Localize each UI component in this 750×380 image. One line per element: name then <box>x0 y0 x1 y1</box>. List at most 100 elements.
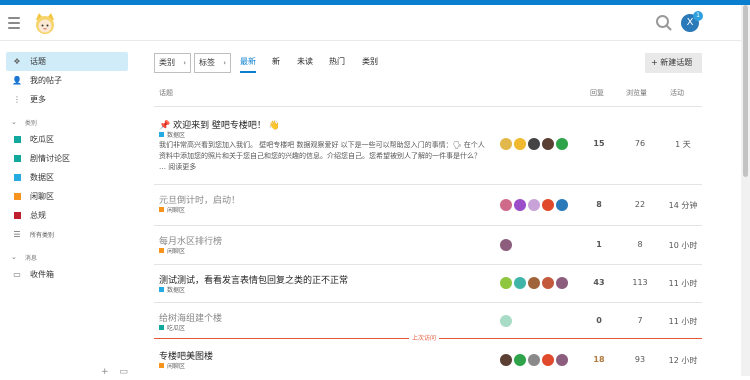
topic-category-badge[interactable]: 数据区 <box>159 285 185 294</box>
column-header-replies[interactable]: 回复 <box>590 88 604 98</box>
reply-count[interactable]: 43 <box>579 278 619 287</box>
poster-avatar[interactable] <box>542 354 554 366</box>
reply-count[interactable]: 18 <box>579 355 619 364</box>
sidebar-item-category[interactable]: 剧情讨论区 <box>6 149 128 168</box>
sidebar-item-category[interactable]: 闲聊区 <box>6 187 128 206</box>
topic-category-badge[interactable]: 数据区 <box>159 130 185 139</box>
poster-avatar[interactable] <box>500 239 512 251</box>
reply-count[interactable]: 1 <box>579 240 619 249</box>
topic-category-badge[interactable]: 闲聊区 <box>159 246 185 255</box>
tab-hot[interactable]: 热门 <box>329 53 345 73</box>
topic-row[interactable]: 专楼吧美图楼 闲聊区 18 93 12 小时 <box>154 340 702 380</box>
activity-time[interactable]: 11 小时 <box>663 316 703 327</box>
column-header-views[interactable]: 浏览量 <box>626 88 647 98</box>
sidebar-item-label: 数据区 <box>30 173 54 182</box>
chevron-down-icon: ⌄ <box>11 253 17 261</box>
poster-avatar[interactable] <box>528 138 540 150</box>
category-color-swatch <box>14 193 21 200</box>
sidebar-item-category[interactable]: 总规 <box>6 206 128 225</box>
column-header-topic[interactable]: 话题 <box>159 88 173 98</box>
topic-title-link[interactable]: 测试测试，看看发言表情包回复之类的正不正常 <box>159 273 348 286</box>
hamburger-menu-icon[interactable] <box>8 17 20 29</box>
section-heading: 消息 <box>24 254 37 262</box>
more-icon: ⋮ <box>13 95 21 104</box>
activity-time[interactable]: 14 分钟 <box>663 200 703 211</box>
sidebar-item-my-posts[interactable]: 👤 我的帖子 <box>6 71 128 90</box>
reply-count[interactable]: 15 <box>579 139 619 148</box>
topic-row[interactable]: 元旦倒计时，启动！ 闲聊区 8 22 14 分钟 <box>154 184 702 225</box>
poster-avatar[interactable] <box>556 199 568 211</box>
sidebar: ❖ 话题 👤 我的帖子 ⋮ 更多 ⌄ 类别 吃瓜区 剧情讨论区数据区闲聊区 总规 ☰… <box>0 42 136 377</box>
poster-avatar[interactable] <box>514 199 526 211</box>
section-heading: 类别 <box>24 119 37 127</box>
site-logo[interactable] <box>33 11 57 35</box>
view-count: 22 <box>634 200 646 209</box>
sidebar-item-category[interactable]: 数据区 <box>6 168 128 187</box>
topic-category-badge[interactable]: 闲聊区 <box>159 361 185 370</box>
poster-avatar[interactable] <box>542 277 554 289</box>
poster-avatar[interactable] <box>500 199 512 211</box>
category-color-swatch <box>14 212 21 219</box>
poster-avatars <box>500 315 514 327</box>
reply-count[interactable]: 0 <box>579 316 619 325</box>
sidebar-item-more[interactable]: ⋮ 更多 <box>6 90 128 109</box>
category-color-swatch <box>159 207 164 212</box>
poster-avatar[interactable] <box>542 138 554 150</box>
poster-avatar[interactable] <box>528 199 540 211</box>
topic-row[interactable]: 📌 欢迎来到 壁吧专楼吧！ 👋 数据区 我们非常高兴看到您加入我们。 壁吧专楼吧 数… <box>154 106 702 184</box>
sidebar-item-topics[interactable]: ❖ 话题 <box>6 52 128 71</box>
activity-time[interactable]: 11 小时 <box>663 278 703 289</box>
chevron-down-icon: ⌄ <box>11 118 17 126</box>
search-icon[interactable] <box>655 14 673 32</box>
poster-avatar[interactable] <box>556 277 568 289</box>
page-scrollbar[interactable] <box>741 5 750 376</box>
sidebar-item-category[interactable]: 吃瓜区 <box>6 130 128 149</box>
new-topic-button[interactable]: + 新建话题 <box>645 53 702 73</box>
tab-unread[interactable]: 未读 <box>297 53 313 73</box>
chevron-right-icon: › <box>183 59 186 67</box>
poster-avatars <box>500 354 570 366</box>
activity-time[interactable]: 1 天 <box>663 139 703 150</box>
chevron-right-icon: › <box>223 59 226 67</box>
tab-categories[interactable]: 类别 <box>362 53 378 73</box>
topic-category-badge[interactable]: 吃瓜区 <box>159 323 185 332</box>
poster-avatar[interactable] <box>514 138 526 150</box>
activity-time[interactable]: 12 小时 <box>663 355 703 366</box>
scrollbar-thumb[interactable] <box>743 5 748 177</box>
tab-new[interactable]: 新 <box>272 53 280 73</box>
poster-avatar[interactable] <box>556 138 568 150</box>
view-count: 113 <box>632 278 648 287</box>
activity-time[interactable]: 10 小时 <box>663 240 703 251</box>
messages-section-header[interactable]: ⌄ 消息 <box>6 249 136 265</box>
sidebar-item-label: 我的帖子 <box>30 76 62 85</box>
category-color-swatch <box>159 325 164 330</box>
last-visit-divider: 上次访问 <box>154 333 702 342</box>
category-name: 闲聊区 <box>167 248 186 255</box>
category-color-swatch <box>159 132 164 137</box>
poster-avatar[interactable] <box>514 354 526 366</box>
topic-category-badge[interactable]: 闲聊区 <box>159 205 185 214</box>
poster-avatar[interactable] <box>500 277 512 289</box>
poster-avatar[interactable] <box>556 354 568 366</box>
poster-avatar[interactable] <box>528 354 540 366</box>
column-header-activity[interactable]: 活动 <box>670 88 684 98</box>
poster-avatar[interactable] <box>514 277 526 289</box>
poster-avatar[interactable] <box>542 199 554 211</box>
topic-row[interactable]: 每月水区排行榜 闲聊区 1 8 10 小时 <box>154 225 702 264</box>
notification-badge[interactable]: 1 <box>693 11 703 21</box>
poster-avatar[interactable] <box>500 354 512 366</box>
poster-avatar[interactable] <box>500 138 512 150</box>
categories-section-header[interactable]: ⌄ 类别 <box>6 114 136 130</box>
sidebar-item-inbox[interactable]: ▭ 收件箱 <box>6 265 128 284</box>
poster-avatar[interactable] <box>500 315 512 327</box>
poster-avatars <box>500 138 570 150</box>
category-color-swatch <box>14 136 21 143</box>
reply-count[interactable]: 8 <box>579 200 619 209</box>
sidebar-item-all-categories[interactable]: ☰ 所有类别 <box>6 225 128 244</box>
category-dropdown[interactable]: 类别 › <box>154 53 191 73</box>
tags-dropdown[interactable]: 标签 › <box>194 53 231 73</box>
tab-latest[interactable]: 最新 <box>240 53 256 73</box>
topic-row[interactable]: 测试测试，看看发言表情包回复之类的正不正常 数据区 43 113 11 小时 <box>154 264 702 302</box>
view-count: 93 <box>634 355 646 364</box>
poster-avatar[interactable] <box>528 277 540 289</box>
